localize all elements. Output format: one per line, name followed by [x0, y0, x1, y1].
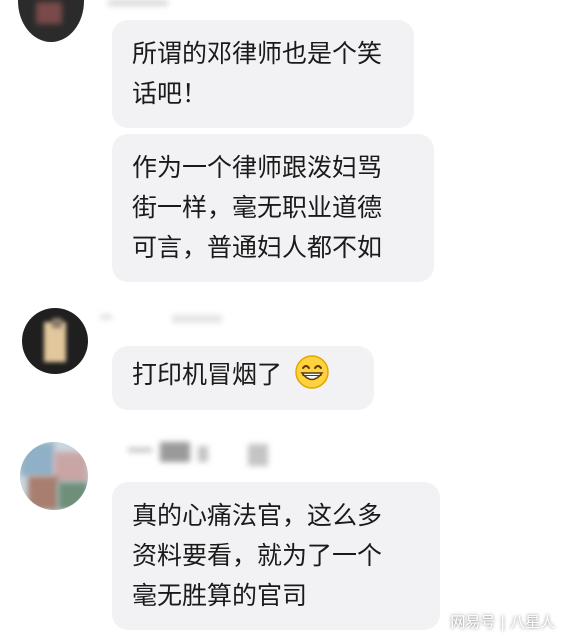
avatar[interactable] — [20, 442, 88, 510]
avatar[interactable] — [22, 308, 88, 374]
watermark-source: 网易号 — [450, 613, 496, 631]
blurred-username — [160, 442, 190, 462]
message-bubble[interactable]: 打印机冒烟了 — [112, 346, 374, 410]
message-text: 作为一个律师跟泼妇骂 — [132, 153, 383, 182]
message-text: 真的心痛法官，这么多 — [132, 501, 383, 530]
message-text: 打印机冒烟了 — [132, 354, 354, 402]
message-text: 可言，普通妇人都不如 — [132, 233, 383, 262]
message-text: 街一样，毫无职业道德 — [132, 193, 383, 222]
message-text: 所谓的邓律师也是个笑 — [132, 39, 383, 68]
grinning-face-icon — [294, 354, 330, 402]
blurred-username — [248, 444, 268, 466]
message-bubble[interactable]: 作为一个律师跟泼妇骂 街一样，毫无职业道德 可言，普通妇人都不如 — [112, 134, 434, 282]
message-text: 毫无胜算的官司 — [132, 581, 308, 610]
blurred-username — [108, 0, 168, 6]
blurred-username — [100, 315, 112, 319]
watermark: 网易号 | 八星人 — [450, 611, 555, 632]
blurred-username — [198, 446, 208, 462]
blurred-username — [128, 448, 152, 452]
message-text: 打印机冒烟了 — [132, 360, 283, 389]
avatar[interactable] — [18, 0, 84, 42]
message-bubble[interactable]: 所谓的邓律师也是个笑 话吧！ — [112, 20, 414, 128]
blurred-username — [172, 315, 222, 323]
message-text: 话吧！ — [132, 79, 208, 108]
watermark-separator: | — [500, 613, 506, 631]
watermark-author: 八星人 — [509, 613, 555, 631]
message-bubble[interactable]: 真的心痛法官，这么多 资料要看，就为了一个 毫无胜算的官司 — [112, 482, 440, 630]
message-text: 资料要看，就为了一个 — [132, 541, 383, 570]
